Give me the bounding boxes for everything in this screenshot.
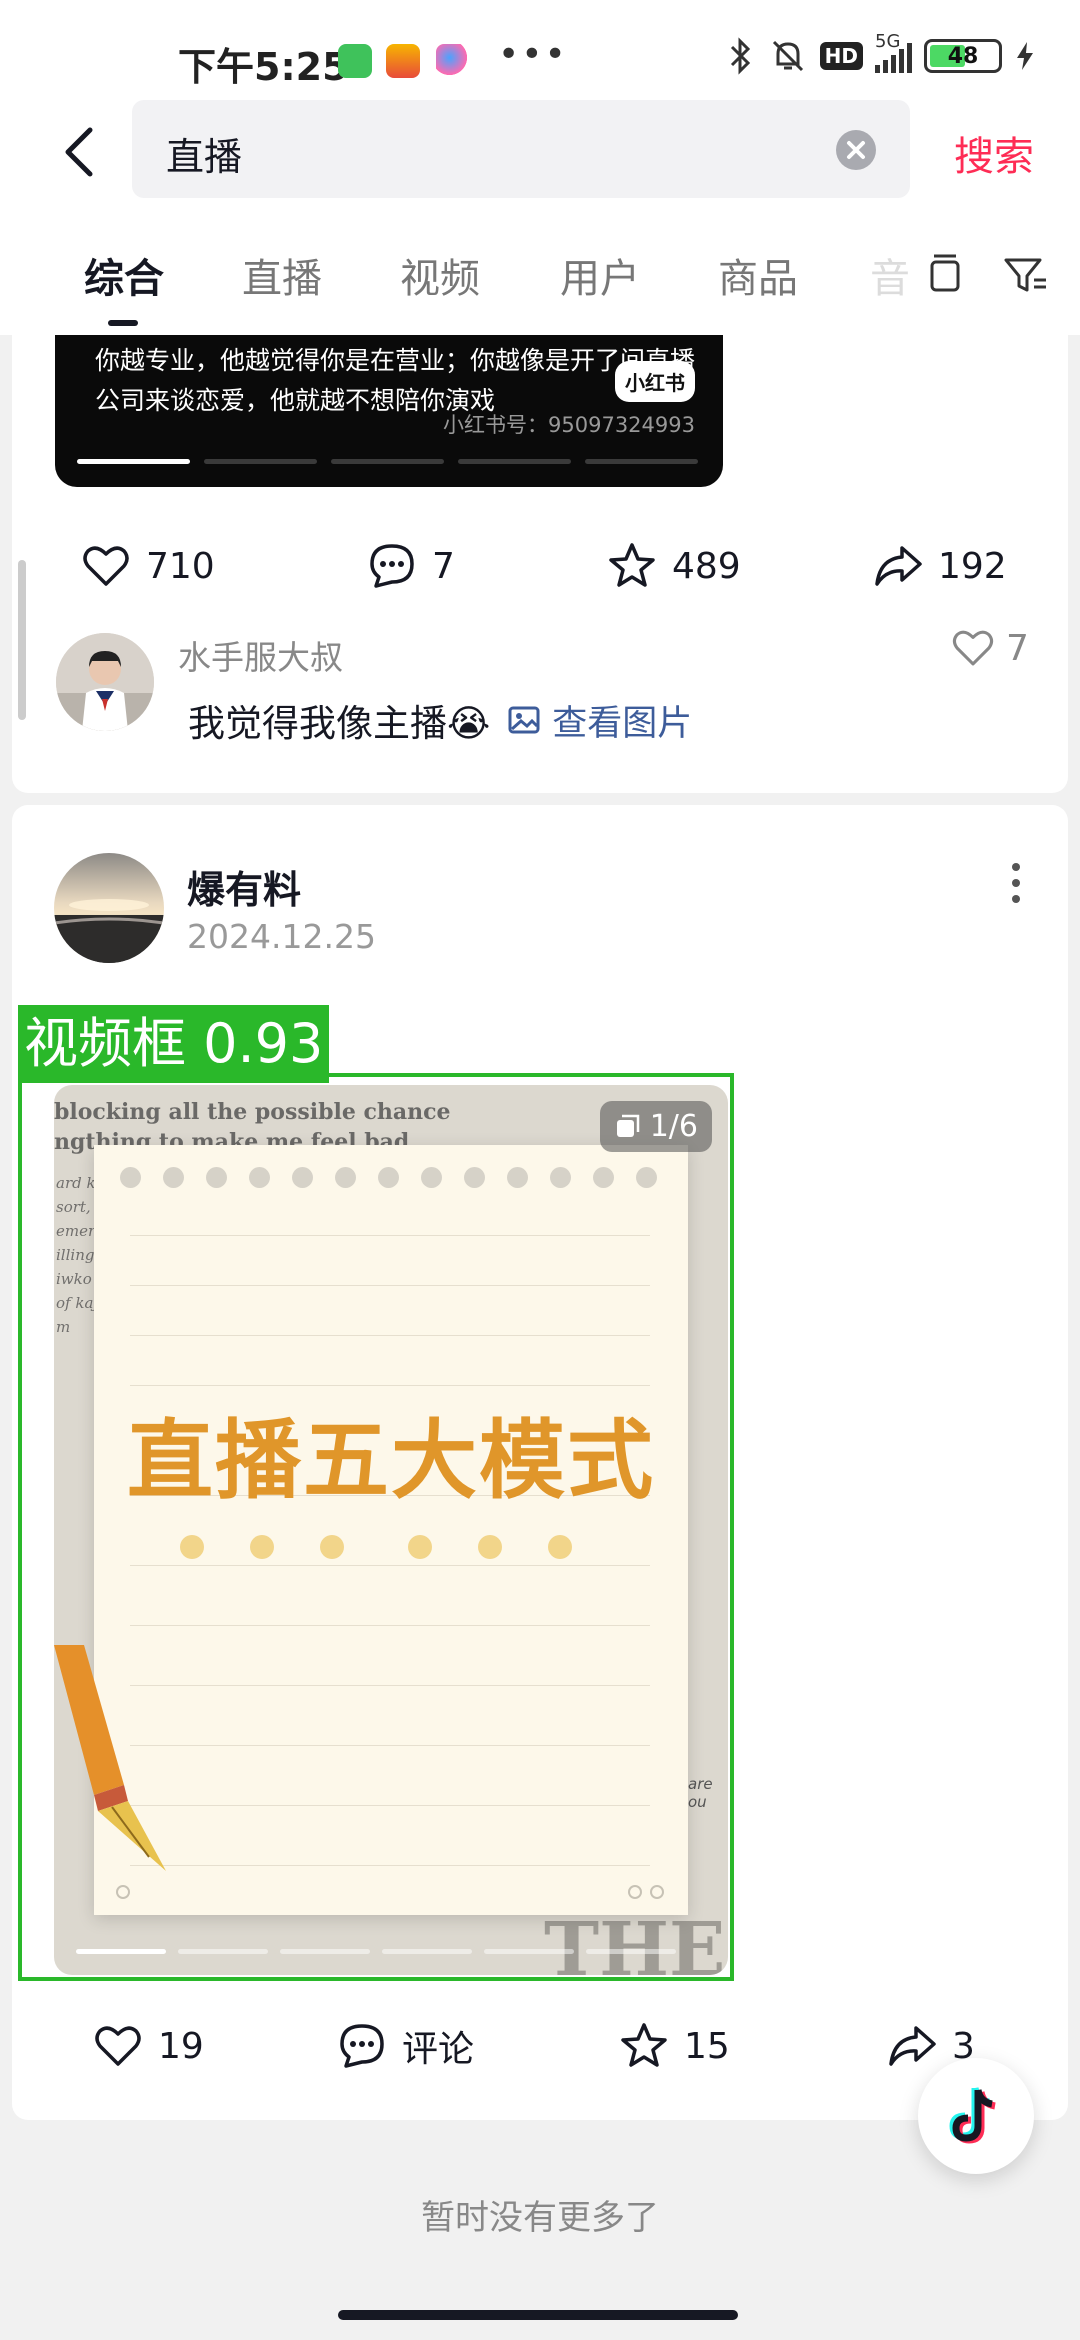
favorite-button[interactable]: 489	[606, 540, 741, 592]
filter-icon[interactable]	[1000, 250, 1050, 300]
star-icon	[621, 2023, 667, 2067]
share-arrow-icon	[875, 546, 922, 586]
detection-label: 视频框 0.93	[18, 1005, 330, 1083]
cloud-app-icon	[436, 44, 470, 78]
post-date: 2024.12.25	[187, 917, 376, 956]
comment-author[interactable]: 水手服大叔	[178, 631, 343, 679]
clear-search-icon[interactable]	[836, 130, 876, 170]
comment-avatar[interactable]	[56, 633, 154, 731]
image-icon	[508, 706, 540, 734]
no-more-content: 暂时没有更多了	[421, 2198, 659, 2238]
share-button[interactable]: 192	[872, 540, 1007, 592]
battery-icon: 48	[924, 39, 1002, 73]
58-app-icon	[386, 44, 420, 78]
home-indicator[interactable]	[338, 2310, 738, 2320]
star-icon	[609, 543, 655, 587]
charging-icon	[1017, 42, 1033, 70]
tiktok-logo-icon	[949, 2087, 996, 2144]
heart-icon	[952, 630, 994, 666]
more-options-icon[interactable]	[1006, 863, 1026, 913]
video-player[interactable]: 你越专业，他越觉得你是在营业；你越像是开了间直播公司来谈恋爱，他就越不想陪你演戏…	[55, 335, 723, 487]
tab-products[interactable]: 商品	[718, 246, 798, 304]
comment-count: 7	[432, 545, 455, 587]
tab-users[interactable]: 用户	[560, 246, 640, 304]
comment-body: 我觉得我像主播😭 查看图片	[188, 693, 692, 747]
battery-level: 48	[947, 43, 979, 69]
favorite-count: 15	[684, 2025, 730, 2067]
tab-live[interactable]: 直播	[242, 246, 322, 304]
wechat-app-icon	[338, 44, 372, 78]
search-tabs: 综合 直播 视频 用户 商品 音	[0, 210, 1080, 335]
comment-icon	[370, 544, 414, 588]
video-progress	[77, 459, 698, 464]
like-count: 19	[158, 2025, 204, 2067]
signal-icon: 5G	[875, 31, 912, 73]
comment-text: 我觉得我像主播😭	[188, 702, 491, 745]
favorite-button[interactable]: 15	[618, 2020, 730, 2072]
status-right: HD 5G 48	[726, 31, 1036, 76]
comment-like-count: 7	[1006, 627, 1029, 669]
comment-like-button[interactable]: 7	[950, 625, 1029, 671]
comment-icon	[340, 2024, 384, 2068]
favorite-count: 489	[672, 545, 741, 587]
heart-icon	[95, 2026, 141, 2066]
more-notifications-icon: •••	[498, 34, 568, 75]
back-arrow-icon[interactable]	[52, 122, 112, 182]
active-tab-indicator	[108, 320, 138, 326]
network-type: 5G	[875, 31, 901, 52]
comment-label: 评论	[402, 2029, 475, 2070]
detection-box	[18, 1073, 734, 1981]
share-count: 192	[938, 545, 1007, 587]
view-image-label: 查看图片	[552, 703, 693, 744]
post-card-2: 爆有料 2024.12.25 blocking all the possible…	[12, 805, 1068, 2120]
heart-icon	[83, 546, 129, 586]
share-arrow-icon	[889, 2026, 936, 2066]
comment-button[interactable]: 评论	[336, 2020, 474, 2072]
scrollbar[interactable]	[18, 560, 26, 720]
tiktok-floating-button[interactable]	[918, 2058, 1034, 2174]
search-input[interactable]: 直播	[132, 100, 910, 198]
post-card-1: 你越专业，他越觉得你是在营业；你越像是开了间直播公司来谈恋爱，他就越不想陪你演戏…	[12, 335, 1068, 793]
tab-video[interactable]: 视频	[400, 246, 480, 304]
layout-toggle-icon[interactable]	[920, 250, 970, 300]
search-button[interactable]: 搜索	[954, 124, 1034, 182]
author-avatar[interactable]	[54, 853, 164, 963]
author-name[interactable]: 爆有料	[187, 859, 301, 914]
status-bar: 下午5:25 ••• HD 5G 48	[0, 0, 1080, 100]
comment-button[interactable]: 7	[366, 540, 455, 592]
like-count: 710	[146, 545, 215, 587]
search-header: 直播 搜索	[0, 100, 1080, 210]
like-button[interactable]: 710	[80, 540, 215, 592]
view-image-link[interactable]: 查看图片	[506, 695, 692, 746]
watermark-id: 小红书号：95097324993	[443, 413, 695, 437]
bluetooth-icon	[730, 37, 750, 75]
tab-general[interactable]: 综合	[84, 246, 164, 304]
hd-badge: HD	[819, 42, 863, 70]
watermark-logo: 小红书	[615, 361, 695, 402]
like-button[interactable]: 19	[92, 2020, 204, 2072]
tab-music[interactable]: 音	[870, 246, 910, 304]
mute-bell-icon	[772, 40, 803, 72]
search-query: 直播	[166, 135, 243, 179]
status-time: 下午5:25	[178, 45, 349, 89]
